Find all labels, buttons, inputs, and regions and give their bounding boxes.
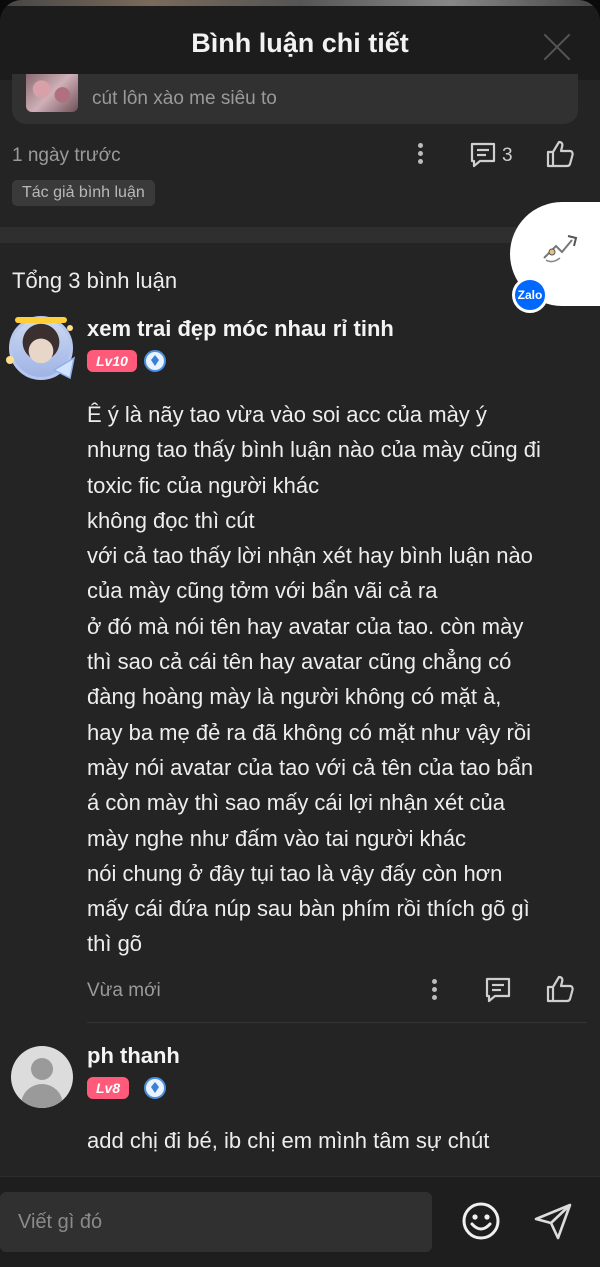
- reply-icon[interactable]: [483, 975, 513, 1005]
- comment-input[interactable]: [0, 1192, 432, 1252]
- comment-username[interactable]: ph thanh: [87, 1043, 180, 1069]
- emoji-icon[interactable]: [460, 1200, 502, 1242]
- like-icon[interactable]: [544, 973, 576, 1005]
- comment-username[interactable]: xem trai đẹp móc nhau rỉ tinh: [87, 316, 394, 342]
- sheet-header: Bình luận chi tiết: [0, 6, 600, 80]
- reply-count: 3: [502, 145, 513, 166]
- comment-time: Vừa mới: [87, 980, 161, 1001]
- comment-detail-sheet: Bình luận chi tiết cút lôn xào me siêu t…: [0, 0, 600, 1267]
- reply-icon[interactable]: [468, 140, 498, 170]
- close-icon[interactable]: [540, 30, 574, 64]
- more-options-icon[interactable]: [430, 977, 440, 1003]
- comment-body: add chị đi bé, ib chị em mình tâm sự chú…: [87, 1128, 490, 1153]
- zalo-icon[interactable]: Zalo: [512, 277, 548, 313]
- avatar-frame: [6, 317, 76, 380]
- quoted-comment: cút lôn xào me siêu to: [12, 74, 578, 124]
- diamond-icon: [144, 1077, 166, 1099]
- level-badge: Lv8: [87, 1077, 130, 1099]
- quoted-text: cút lôn xào me siêu to: [92, 88, 277, 109]
- total-comments-label: Tổng 3 bình luận: [12, 268, 178, 293]
- like-icon[interactable]: [544, 138, 576, 170]
- more-options-icon[interactable]: [416, 141, 426, 167]
- sticker-icon: [543, 235, 578, 263]
- level-badge: Lv10: [87, 350, 137, 372]
- author-badge: Tác giả bình luận: [12, 180, 155, 206]
- diamond-icon: [144, 350, 166, 372]
- avatar[interactable]: [11, 1046, 73, 1108]
- quoted-avatar: [26, 74, 78, 112]
- comment-body: Ê ý là nãy tao vừa vào soi acc của mày ý…: [87, 402, 541, 957]
- page-title: Bình luận chi tiết: [191, 28, 409, 58]
- comment-separator: [87, 1022, 587, 1023]
- section-divider: [0, 227, 600, 243]
- send-icon[interactable]: [532, 1200, 574, 1242]
- parent-comment-time: 1 ngày trước: [12, 145, 121, 166]
